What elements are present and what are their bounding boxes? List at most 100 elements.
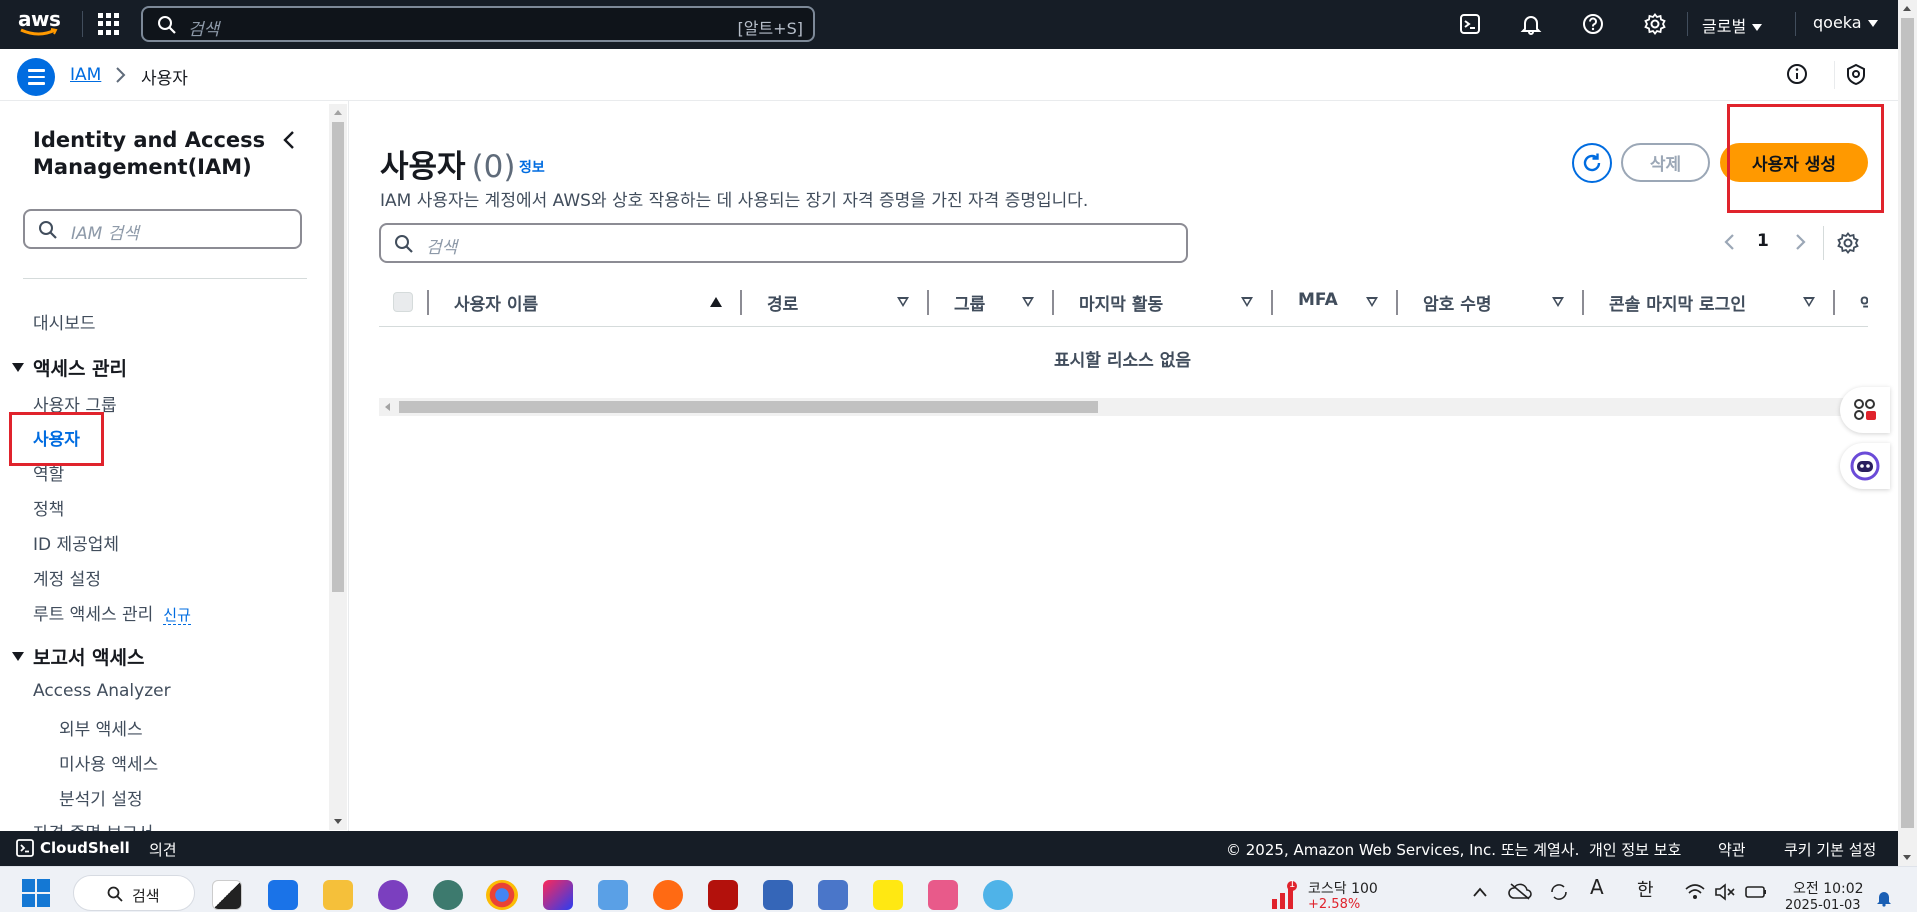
sidebar-item-analyzer-settings[interactable]: 분석기 설정 bbox=[59, 785, 143, 810]
notifications-bell-icon[interactable] bbox=[1518, 11, 1544, 37]
chevron-down-icon bbox=[1752, 24, 1763, 31]
column-header-groups[interactable]: 그룹 bbox=[954, 290, 985, 315]
snipping-tool-icon[interactable] bbox=[928, 880, 958, 910]
refresh-button[interactable] bbox=[1572, 143, 1612, 183]
info-link[interactable]: 정보 bbox=[519, 157, 545, 177]
services-grid-icon[interactable] bbox=[98, 13, 120, 35]
table-horizontal-scrollbar[interactable] bbox=[379, 398, 1868, 416]
sidebar-section-access-reports[interactable]: 보고서 액세스 bbox=[12, 643, 145, 670]
sidebar-item-credential-report[interactable]: 자격 증명 보고서 bbox=[33, 819, 153, 831]
chevron-up-icon[interactable] bbox=[1472, 886, 1488, 898]
sidebar-item-dashboard[interactable]: 대시보드 bbox=[33, 309, 96, 334]
sidebar-item-account-settings[interactable]: 계정 설정 bbox=[33, 565, 101, 590]
ime-mode-letter[interactable]: A bbox=[1590, 875, 1604, 899]
sort-icon[interactable] bbox=[1552, 297, 1564, 307]
assistant-widget-button[interactable] bbox=[1840, 443, 1890, 489]
column-header-mfa[interactable]: MFA bbox=[1298, 290, 1338, 310]
apps-widget-icon bbox=[1854, 399, 1876, 420]
sidebar-item-identity-providers[interactable]: ID 제공업체 bbox=[33, 530, 119, 555]
sort-icon[interactable] bbox=[897, 297, 909, 307]
aws-logo[interactable]: aws bbox=[18, 8, 62, 42]
column-header-last-activity[interactable]: 마지막 활동 bbox=[1079, 290, 1163, 315]
users-search-input[interactable]: 검색 bbox=[379, 223, 1188, 263]
page-scrollbar[interactable] bbox=[1898, 0, 1917, 866]
chevron-right-icon[interactable] bbox=[1792, 232, 1808, 252]
cloudshell-icon bbox=[16, 839, 34, 857]
sidebar-item-root-access-management[interactable]: 루트 액세스 관리 신규 bbox=[33, 600, 191, 625]
taskbar-search[interactable]: 검색 bbox=[73, 875, 195, 911]
file-explorer-icon[interactable] bbox=[323, 880, 353, 910]
onedrive-cloud-icon[interactable] bbox=[1508, 882, 1532, 900]
sidebar: Identity and Access Management(IAM) IAM … bbox=[0, 101, 330, 831]
feedback-link[interactable]: 의견 bbox=[149, 839, 177, 860]
global-search-input[interactable]: 검색 [알트+S] bbox=[141, 6, 815, 42]
sidebar-item-label: 루트 액세스 관리 bbox=[33, 605, 154, 625]
iam-search-input[interactable]: IAM 검색 bbox=[23, 209, 302, 249]
hamburger-menu-button[interactable] bbox=[17, 58, 55, 96]
scrollbar-thumb[interactable] bbox=[399, 401, 1098, 413]
column-header-truncated[interactable]: 액 bbox=[1860, 290, 1868, 315]
column-header-path[interactable]: 경로 bbox=[767, 290, 798, 315]
chrome-icon[interactable] bbox=[486, 880, 518, 910]
sidebar-item-unused-access[interactable]: 미사용 액세스 bbox=[59, 750, 158, 775]
zoom-app-icon[interactable] bbox=[268, 880, 298, 910]
sort-icon[interactable] bbox=[1241, 297, 1253, 307]
notepad-icon[interactable] bbox=[598, 880, 628, 910]
scrollbar-thumb[interactable] bbox=[1901, 18, 1914, 828]
column-header-username[interactable]: 사용자 이름 bbox=[454, 290, 538, 315]
clock-time[interactable]: 오전 10:02 bbox=[1793, 878, 1864, 898]
sidebar-item-access-analyzer[interactable]: Access Analyzer bbox=[33, 681, 171, 701]
terms-link[interactable]: 약관 bbox=[1718, 839, 1746, 860]
task-view-icon[interactable] bbox=[212, 880, 242, 910]
privacy-link[interactable]: 개인 정보 보호 bbox=[1589, 839, 1681, 860]
extension-widget-button[interactable] bbox=[1840, 387, 1890, 433]
sync-icon[interactable] bbox=[1548, 882, 1570, 902]
chevron-left-icon[interactable] bbox=[281, 130, 297, 150]
help-icon[interactable] bbox=[1580, 11, 1606, 37]
wifi-icon[interactable] bbox=[1684, 883, 1706, 901]
notification-bell-icon[interactable] bbox=[1875, 889, 1893, 907]
sort-icon[interactable] bbox=[1803, 297, 1815, 307]
network-app-icon[interactable] bbox=[818, 880, 848, 910]
breadcrumb-iam-link[interactable]: IAM bbox=[70, 65, 101, 85]
account-menu[interactable]: qoeka bbox=[1813, 13, 1878, 32]
nav-divider bbox=[82, 11, 83, 37]
paint-icon[interactable] bbox=[983, 880, 1013, 910]
battery-icon[interactable] bbox=[1744, 883, 1768, 901]
page-number[interactable]: 1 bbox=[1757, 231, 1769, 251]
jetbrains-icon[interactable] bbox=[543, 880, 573, 910]
info-icon[interactable] bbox=[1786, 63, 1808, 85]
clock-date[interactable]: 2025-01-03 bbox=[1785, 898, 1861, 912]
select-all-checkbox[interactable] bbox=[393, 292, 413, 312]
chevron-left-icon[interactable] bbox=[1722, 232, 1738, 252]
column-header-console-last-sign-in[interactable]: 콘솔 마지막 로그인 bbox=[1609, 290, 1746, 315]
ime-language[interactable]: 한 bbox=[1637, 876, 1654, 902]
cloudshell-label: CloudShell bbox=[40, 839, 130, 857]
sort-icon[interactable] bbox=[1366, 297, 1378, 307]
filezilla-icon[interactable] bbox=[708, 880, 738, 910]
app-icon[interactable] bbox=[433, 880, 463, 910]
sidebar-scrollbar[interactable] bbox=[329, 104, 347, 830]
cloudshell-icon[interactable] bbox=[1457, 11, 1483, 37]
drawing-app-icon[interactable] bbox=[653, 880, 683, 910]
delete-button[interactable]: 삭제 bbox=[1621, 143, 1710, 182]
sort-icon[interactable] bbox=[1022, 297, 1034, 307]
settings-gear-icon[interactable] bbox=[1642, 11, 1668, 37]
cloudshell-footer-button[interactable]: CloudShell bbox=[16, 839, 130, 857]
windows-taskbar: 검색 1 코스닥 100 +2.58% A 한 오전 10:02 2025-01… bbox=[0, 866, 1917, 912]
sync-app-icon[interactable] bbox=[763, 880, 793, 910]
copyright-text: © 2025, Amazon Web Services, Inc. 또는 계열사… bbox=[1226, 841, 1580, 859]
speaker-muted-icon[interactable] bbox=[1714, 883, 1736, 901]
nav-separator bbox=[1795, 12, 1796, 36]
windows-start-icon[interactable] bbox=[22, 879, 50, 907]
security-shield-icon[interactable] bbox=[1845, 63, 1867, 85]
column-header-password-age[interactable]: 암호 수명 bbox=[1423, 290, 1491, 315]
github-desktop-icon[interactable] bbox=[378, 880, 408, 910]
cookie-preferences-link[interactable]: 쿠키 기본 설정 bbox=[1784, 839, 1876, 860]
sidebar-item-external-access[interactable]: 외부 액세스 bbox=[59, 715, 143, 740]
table-settings-gear-icon[interactable] bbox=[1837, 232, 1859, 254]
sidebar-item-policies[interactable]: 정책 bbox=[33, 495, 64, 520]
kakaotalk-icon[interactable] bbox=[873, 880, 903, 910]
region-selector[interactable]: 글로벌 bbox=[1702, 13, 1763, 37]
sort-ascending-icon[interactable] bbox=[710, 297, 722, 307]
